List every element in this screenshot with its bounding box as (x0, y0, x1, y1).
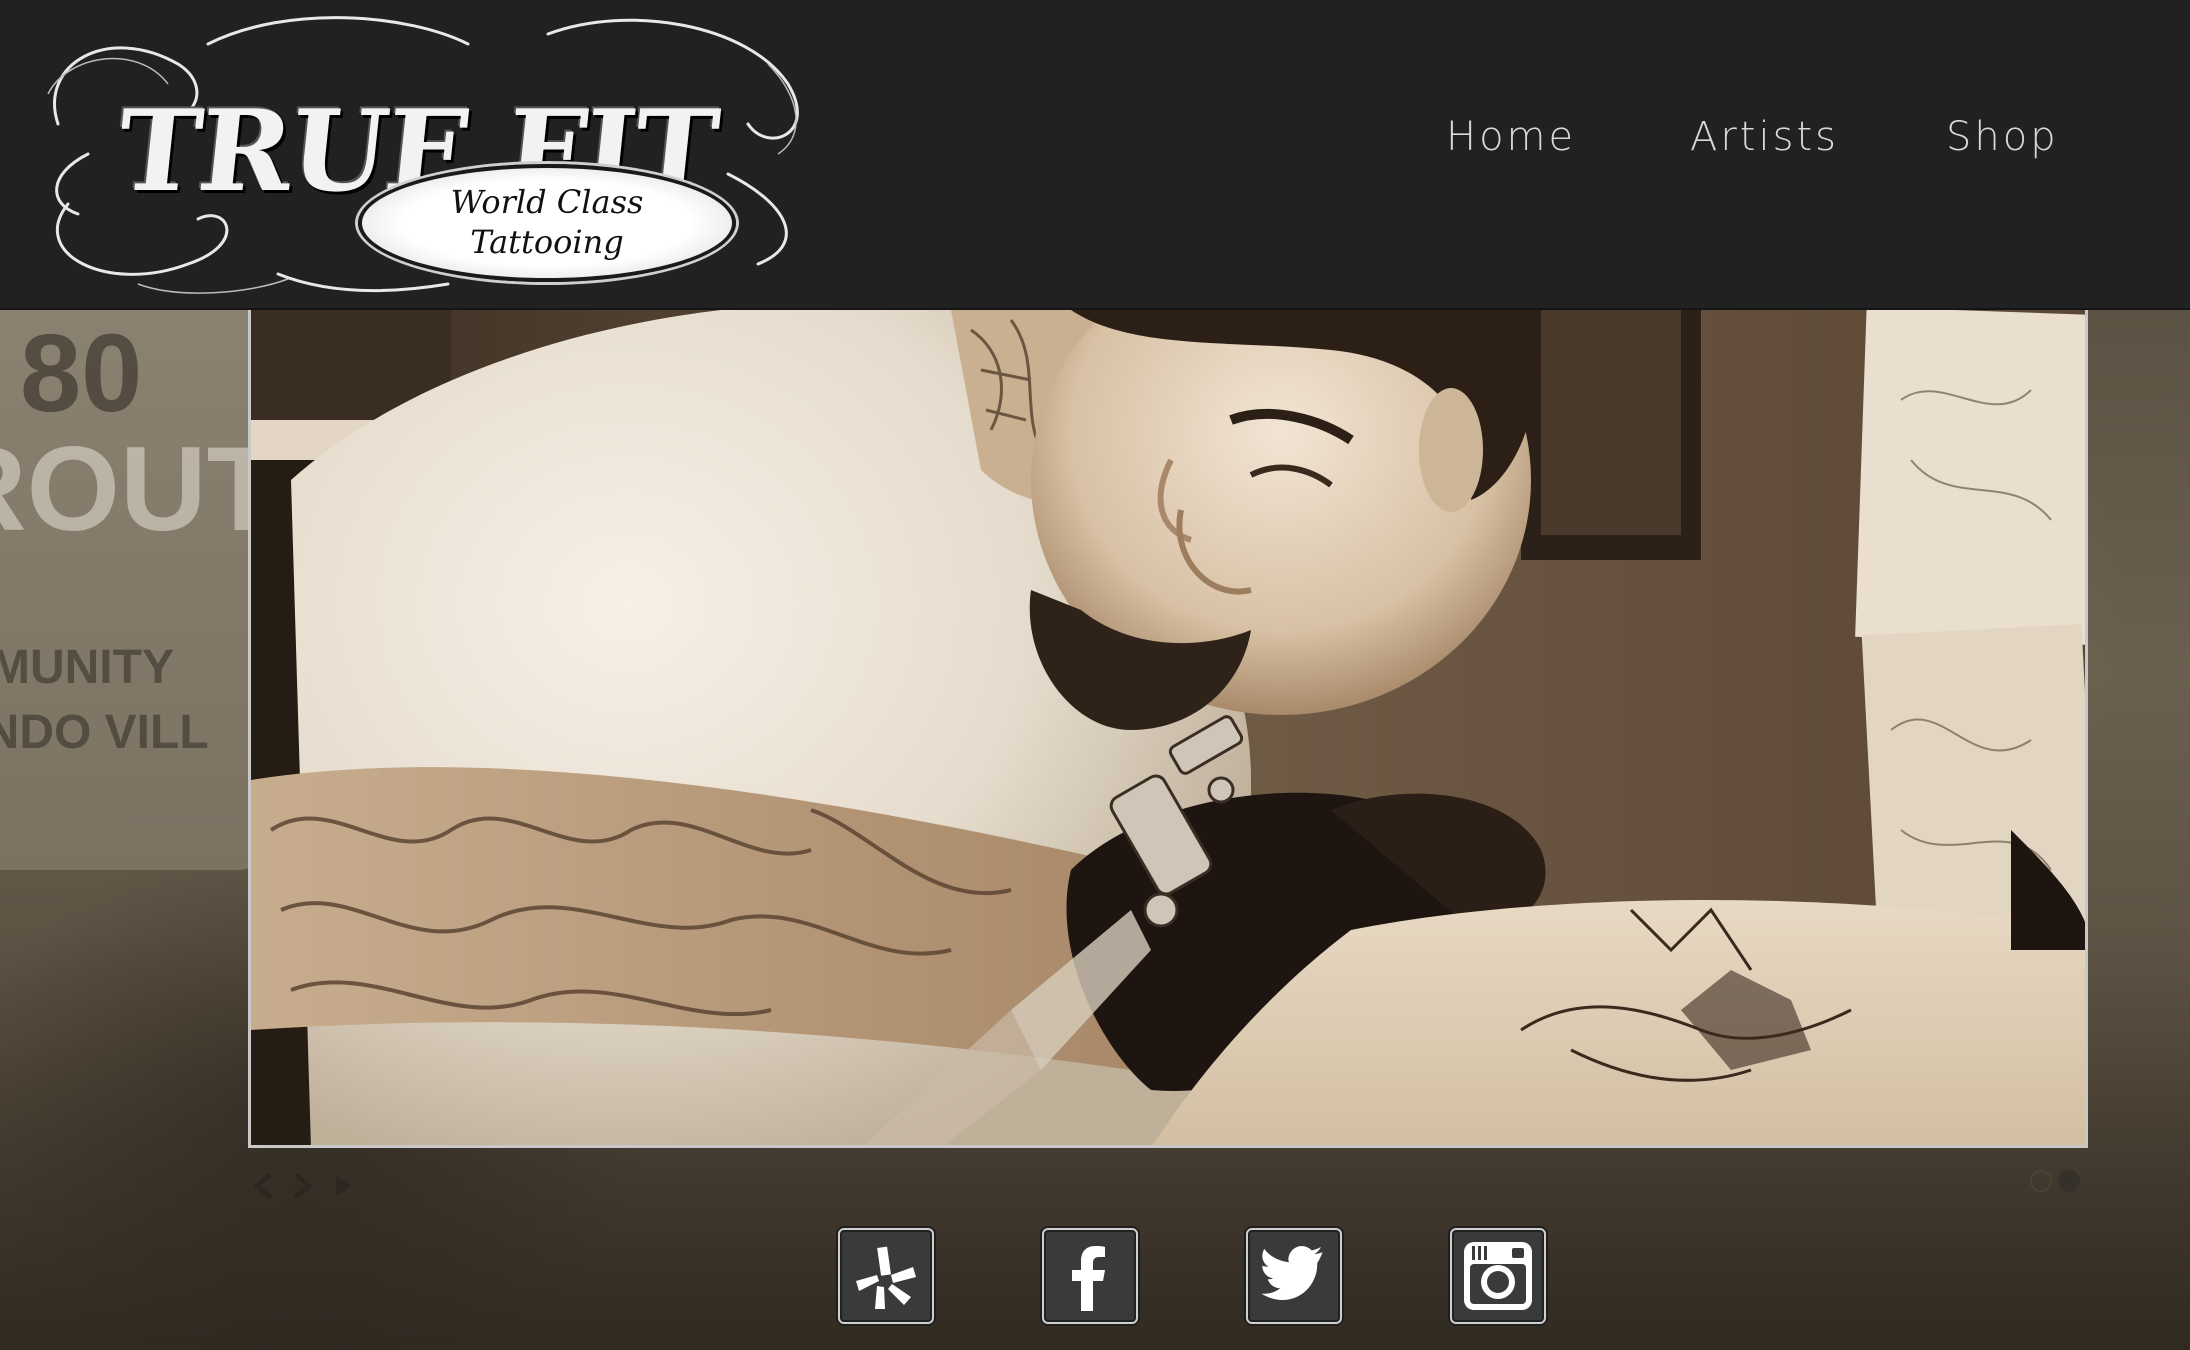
background-sign-text: MMUNITY (0, 641, 174, 694)
background-sign-text: ROUT (0, 422, 280, 556)
next-icon[interactable] (288, 1168, 318, 1204)
photo-icon (251, 310, 2085, 1145)
site-logo[interactable]: TRUE FIT World Class Tattooing (28, 4, 828, 300)
nav-item-artists[interactable]: Artists (1690, 112, 1839, 162)
logo-tagline-badge: World Class Tattooing (358, 164, 736, 282)
hero-slideshow[interactable] (248, 310, 2088, 1148)
facebook-icon[interactable] (1042, 1228, 1138, 1324)
slideshow-pagination (2030, 1170, 2080, 1192)
background-route-sign: 80 ROUT MMUNITY ANDO VILL (0, 310, 280, 870)
play-icon[interactable] (328, 1168, 358, 1204)
yelp-icon[interactable] (838, 1228, 934, 1324)
logo-tagline: World Class (450, 183, 644, 221)
site-header: TRUE FIT World Class Tattooing Home Arti… (0, 0, 2190, 310)
slide-dot-active[interactable] (2058, 1170, 2080, 1192)
slide-image (251, 310, 2085, 1145)
prev-icon[interactable] (248, 1168, 278, 1204)
nav-item-home[interactable]: Home (1446, 112, 1576, 162)
nav-item-shop[interactable]: Shop (1946, 112, 2059, 162)
slide-dot[interactable] (2030, 1170, 2052, 1192)
instagram-icon[interactable] (1450, 1228, 1546, 1324)
background-sign-text: 80 (20, 312, 143, 435)
logo-tagline: Tattooing (470, 223, 624, 261)
background-sign-text: ANDO VILL (0, 706, 209, 759)
slideshow-controls (248, 1168, 358, 1204)
twitter-icon[interactable] (1246, 1228, 1342, 1324)
